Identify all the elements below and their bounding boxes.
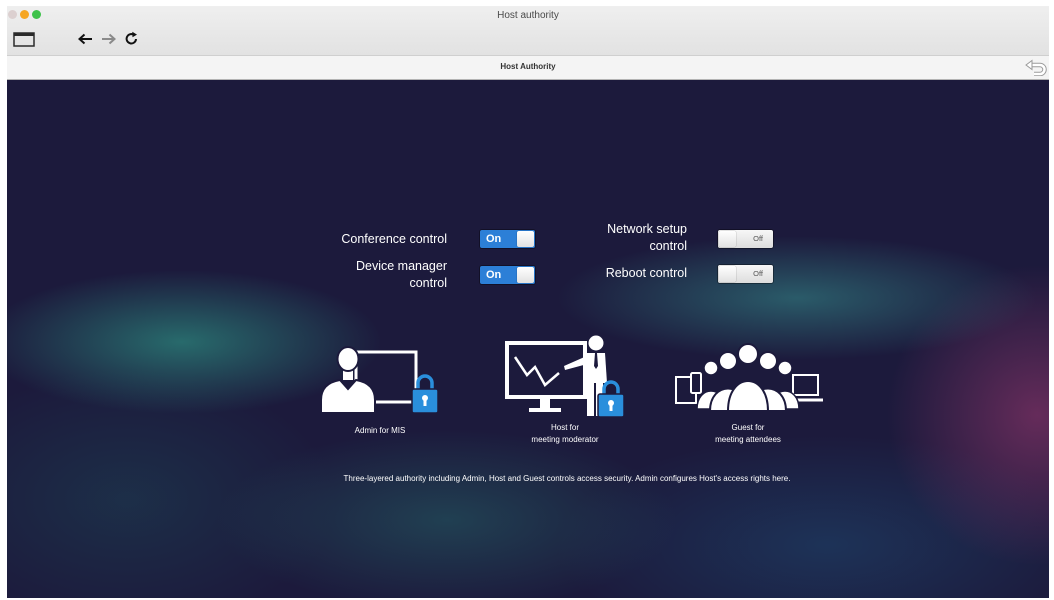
toggle-state-text: On [486, 269, 502, 281]
conference-control-label: Conference control [341, 231, 447, 248]
toggle-knob[interactable] [719, 266, 736, 282]
toggle-knob[interactable] [719, 231, 736, 247]
return-arrow-icon[interactable] [1025, 59, 1049, 76]
label-line: Network setup [607, 222, 687, 236]
label-line: meeting attendees [715, 435, 781, 444]
admin-board-lock-icon [320, 346, 439, 414]
monitor-icon [505, 341, 587, 412]
label-line: control [409, 276, 447, 290]
admin-person-icon [320, 346, 376, 414]
app-window: Host authority Host Authority Conference… [7, 6, 1049, 598]
label-line: Device manager [355, 259, 447, 273]
authority-description: Three-layered authority including Admin,… [343, 474, 791, 483]
guest-attendees-icon [675, 343, 823, 412]
title-bar: Host authority [7, 6, 1049, 55]
toggle-state-text: Off [753, 269, 763, 278]
window-title: Host authority [497, 10, 559, 21]
label-line: Conference control [341, 232, 447, 246]
host-role-label: Host for meeting moderator [485, 422, 645, 446]
page-title: Host Authority [500, 62, 556, 71]
toggle-knob[interactable] [517, 231, 534, 247]
label-line: Admin for MIS [354, 426, 406, 435]
network-setup-control-toggle[interactable]: Off [718, 230, 773, 248]
toggle-state-text: On [486, 233, 502, 245]
phone-icon [690, 372, 702, 394]
toggle-state-text: Off [753, 234, 763, 243]
network-setup-control-label: Network setup control [607, 221, 687, 255]
toggle-knob[interactable] [517, 267, 534, 283]
window-icon[interactable] [13, 32, 35, 47]
conference-control-toggle[interactable]: On [480, 230, 535, 248]
label-line: meeting moderator [531, 435, 599, 444]
reboot-control-toggle[interactable]: Off [718, 265, 773, 283]
guest-role-label: Guest for meeting attendees [668, 422, 828, 446]
navigation-bar: Host Authority [7, 55, 1049, 80]
host-authority-panel: Conference control On Device manager con… [7, 80, 1049, 598]
back-arrow-icon[interactable] [77, 33, 93, 45]
device-manager-control-toggle[interactable]: On [480, 266, 535, 284]
attendee-people-icon [696, 343, 800, 412]
admin-role-label: Admin for MIS [300, 425, 460, 437]
label-line: control [649, 239, 687, 253]
reload-icon[interactable] [124, 31, 139, 46]
host-presenter-lock-icon [505, 335, 625, 418]
forward-arrow-icon[interactable] [101, 33, 117, 45]
label-line: Reboot control [605, 266, 687, 280]
reboot-control-label: Reboot control [606, 265, 687, 282]
label-line: Guest for [731, 423, 765, 432]
device-manager-control-label: Device manager control [356, 258, 447, 292]
label-line: Host for [550, 423, 579, 432]
